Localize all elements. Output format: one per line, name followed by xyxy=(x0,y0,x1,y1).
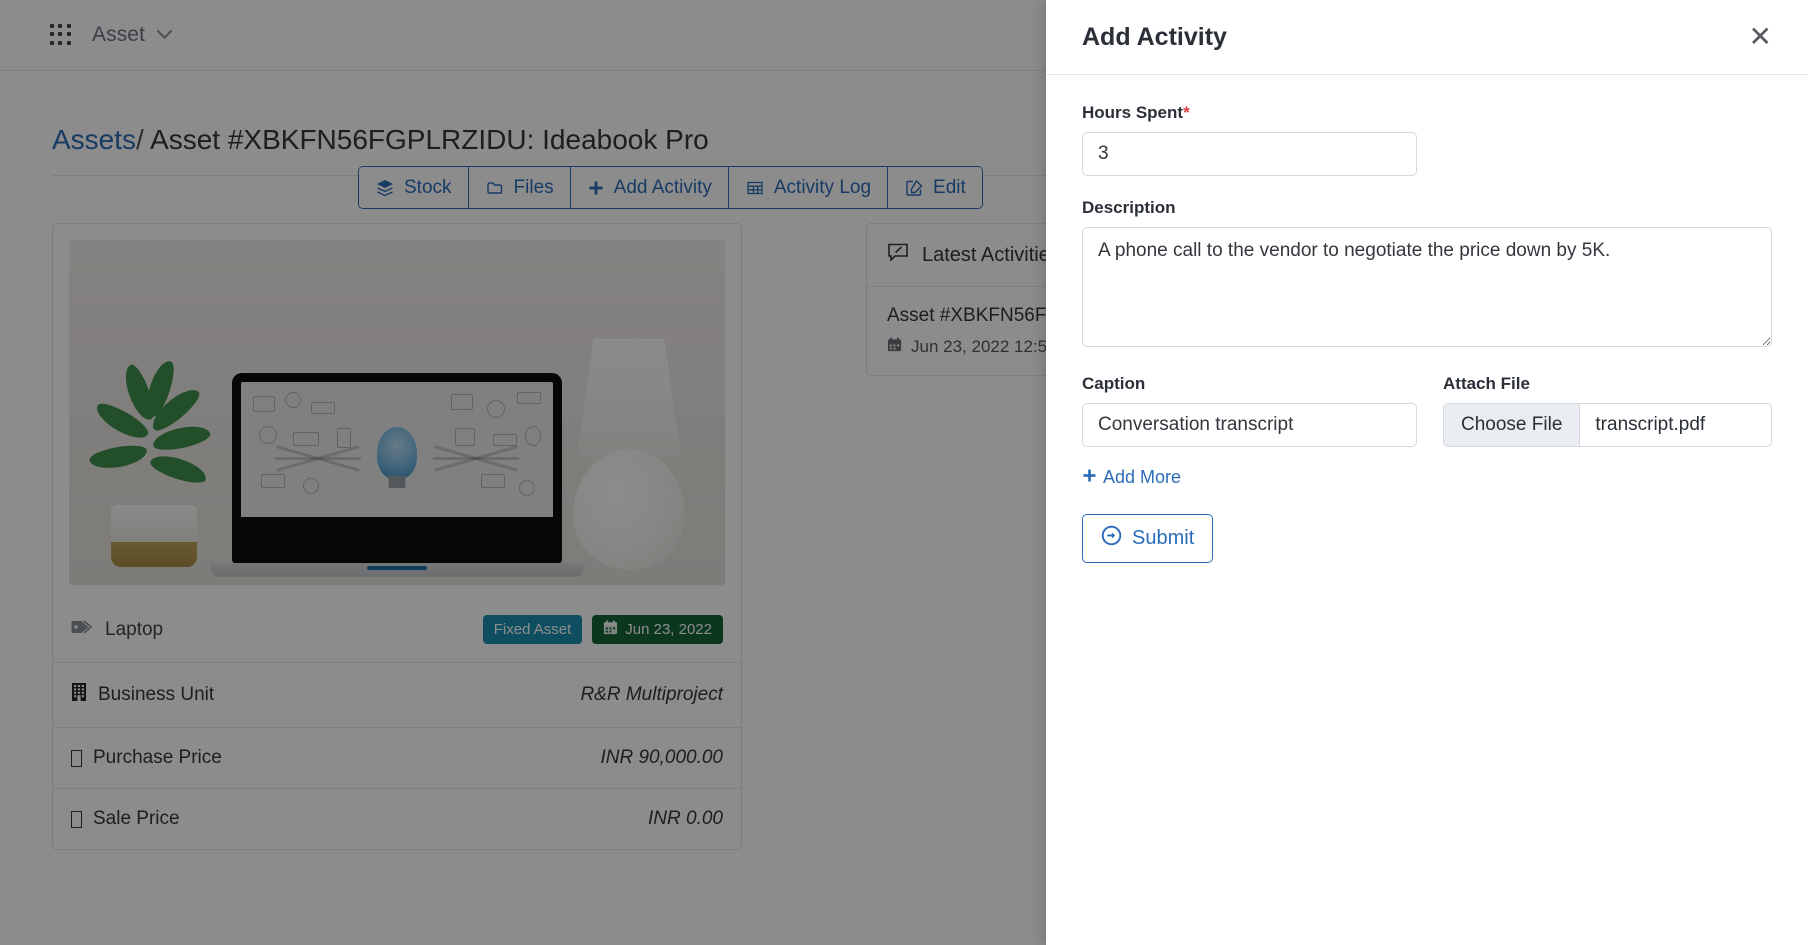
description-label: Description xyxy=(1082,198,1176,217)
hours-spent-label-text: Hours Spent xyxy=(1082,103,1184,122)
caption-label: Caption xyxy=(1082,374,1146,393)
modal-header: Add Activity ✕ xyxy=(1046,0,1808,75)
arrow-circle-right-icon xyxy=(1101,525,1122,552)
add-more-label: Add More xyxy=(1103,467,1182,487)
caption-attach-row: Caption Attach File Choose File transcri… xyxy=(1082,374,1772,447)
description-field: Description xyxy=(1082,198,1772,352)
file-input[interactable]: Choose File transcript.pdf xyxy=(1443,403,1772,447)
attach-file-field: Attach File Choose File transcript.pdf xyxy=(1443,374,1772,447)
hours-spent-label: Hours Spent* xyxy=(1082,103,1772,123)
attach-file-label: Attach File xyxy=(1443,374,1530,393)
required-marker: * xyxy=(1183,103,1190,122)
hours-spent-input[interactable] xyxy=(1082,132,1417,176)
selected-file-name: transcript.pdf xyxy=(1595,414,1706,435)
caption-input[interactable] xyxy=(1082,403,1417,447)
plus-icon xyxy=(1082,467,1097,488)
add-more-button[interactable]: Add More xyxy=(1082,467,1181,488)
modal-title: Add Activity xyxy=(1082,22,1227,51)
caption-field: Caption xyxy=(1082,374,1417,447)
submit-label: Submit xyxy=(1132,527,1195,549)
add-activity-modal: Add Activity ✕ Hours Spent* Description … xyxy=(1046,0,1808,945)
close-icon[interactable]: ✕ xyxy=(1749,23,1772,51)
submit-button[interactable]: Submit xyxy=(1082,514,1214,563)
description-textarea[interactable] xyxy=(1082,227,1772,347)
modal-body: Hours Spent* Description Caption Attach … xyxy=(1046,75,1808,591)
choose-file-button[interactable]: Choose File xyxy=(1444,404,1581,446)
hours-spent-field: Hours Spent* xyxy=(1082,103,1772,176)
